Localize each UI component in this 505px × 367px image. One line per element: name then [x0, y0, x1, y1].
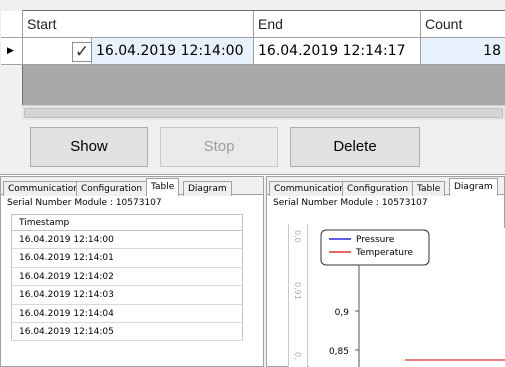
diagram-chart: 0,9 0,85 Pressure Temperature: [309, 228, 505, 367]
tab-configuration[interactable]: Configuration: [76, 181, 148, 196]
top-section: Start End Count ▶ ✓ 16.04.2019 12:14:00 …: [0, 0, 505, 175]
tab-table[interactable]: Table: [412, 181, 446, 196]
cell-start[interactable]: 16.04.2019 12:14:00: [92, 38, 254, 65]
stop-button[interactable]: Stop: [160, 127, 278, 167]
legend-pressure-label: Pressure: [356, 235, 395, 245]
row-checkbox[interactable]: ✓: [72, 42, 92, 62]
grid-corner: [1, 11, 23, 38]
y-tick-label: 0,85: [329, 347, 349, 357]
table-row[interactable]: 16.04.2019 12:14:05: [11, 322, 243, 342]
delete-button[interactable]: Delete: [290, 127, 420, 167]
scrollbar-thumb[interactable]: [24, 108, 503, 118]
axis-strip-label: 0,0: [293, 230, 302, 243]
axis-strip-label: 0,91: [293, 282, 302, 300]
row-selector[interactable]: ▶: [1, 38, 23, 65]
legend-temperature-label: Temperature: [355, 248, 413, 258]
column-header-start[interactable]: Start: [23, 11, 254, 38]
serial-number-label: Serial Number Module : 10573107: [7, 198, 162, 208]
tab-table[interactable]: Table: [146, 178, 180, 196]
column-header-end[interactable]: End: [254, 11, 421, 38]
axis-strip: 0,0 0,91 0,: [288, 224, 308, 367]
tab-communication[interactable]: Communication: [269, 181, 350, 196]
table-row[interactable]: 16.04.2019 12:14:03: [11, 286, 243, 305]
left-pane: Communication Configuration Table Diagra…: [0, 176, 264, 367]
table-row[interactable]: 16.04.2019 12:14:04: [11, 304, 243, 323]
tab-diagram[interactable]: Diagram: [183, 181, 232, 196]
right-tab-strip: Communication Configuration Table Diagra…: [267, 177, 504, 196]
serial-number-label: Serial Number Module : 10573107: [273, 198, 428, 208]
y-tick-label: 0,9: [335, 308, 350, 318]
chart-legend[interactable]: Pressure Temperature: [320, 229, 430, 266]
check-icon: ✓: [74, 42, 90, 62]
horizontal-scrollbar[interactable]: [22, 105, 505, 120]
left-tab-strip: Communication Configuration Table Diagra…: [1, 177, 263, 196]
column-header-count[interactable]: Count: [421, 11, 505, 38]
table-row[interactable]: 16.04.2019 12:14:02: [11, 267, 243, 287]
timestamp-table: Timestamp 16.04.2019 12:14:00 16.04.2019…: [11, 214, 243, 342]
cell-count[interactable]: 18: [421, 38, 505, 65]
table-row[interactable]: 16.04.2019 12:14:01: [11, 249, 243, 268]
cell-end[interactable]: 16.04.2019 12:14:17: [254, 38, 421, 65]
table-row[interactable]: 16.04.2019 12:14:00: [11, 231, 243, 250]
records-grid: Start End Count ▶ ✓ 16.04.2019 12:14:00 …: [1, 10, 505, 120]
tab-communication[interactable]: Communication: [3, 181, 84, 196]
tab-configuration[interactable]: Configuration: [342, 181, 414, 196]
axis-strip-label: 0,: [293, 352, 302, 360]
table-header-timestamp[interactable]: Timestamp: [11, 214, 243, 231]
tab-diagram[interactable]: Diagram: [449, 178, 498, 196]
show-button[interactable]: Show: [30, 127, 148, 167]
